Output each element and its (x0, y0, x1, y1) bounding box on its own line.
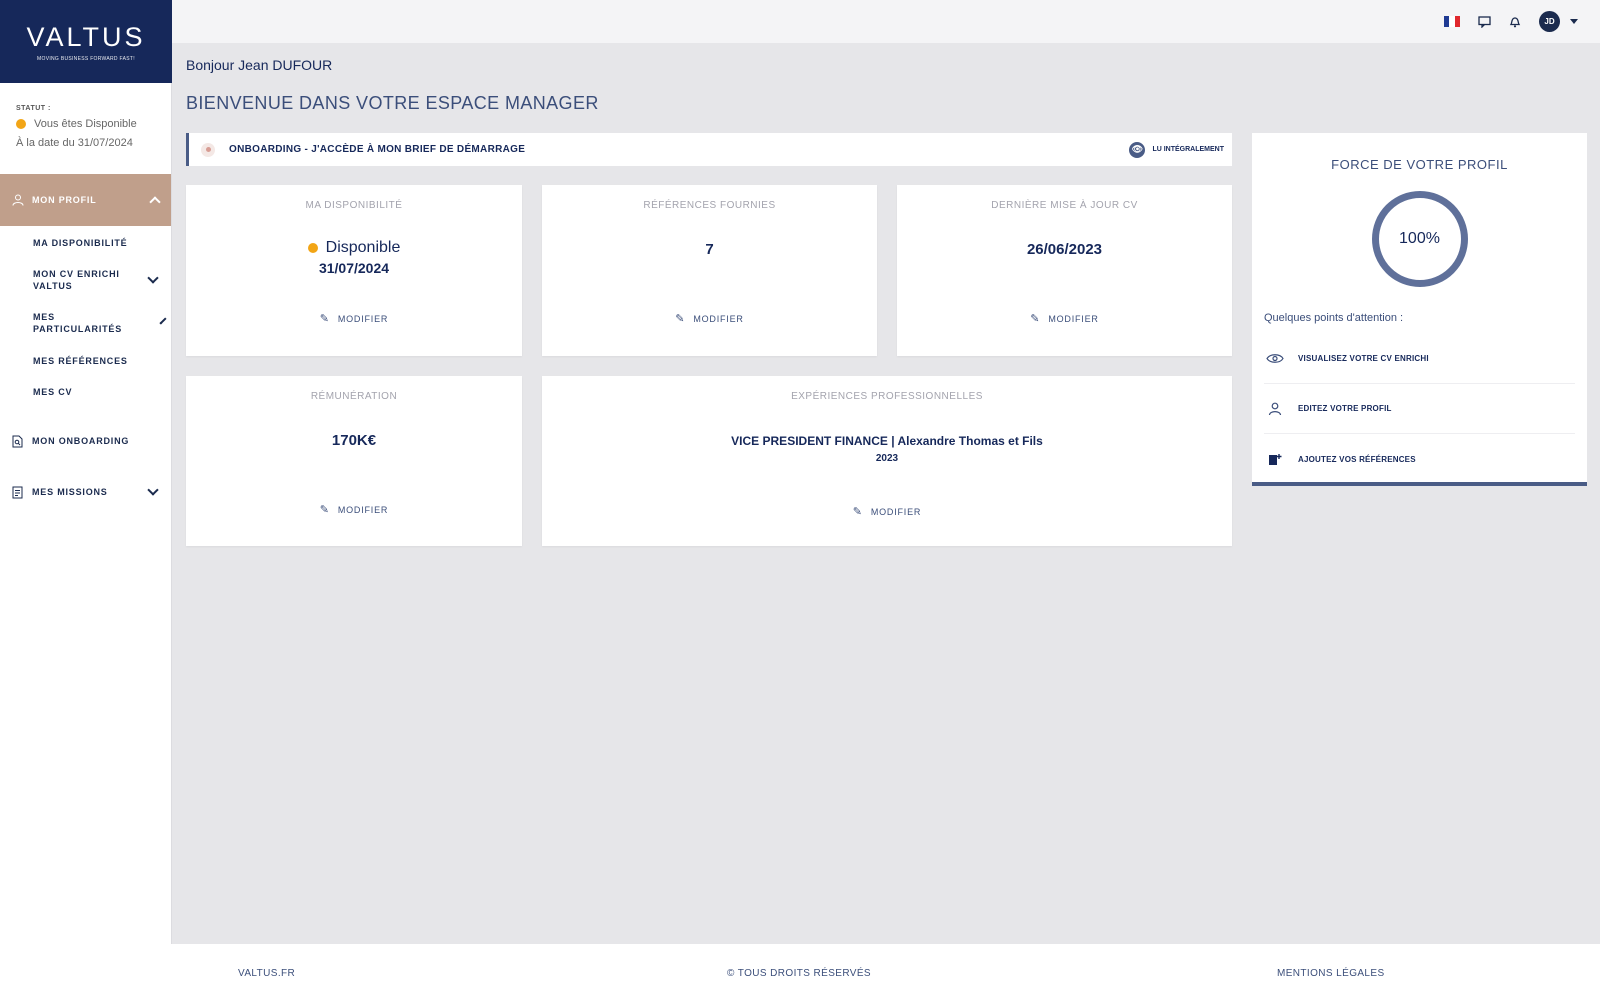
user-icon (12, 194, 24, 206)
profile-strength-panel: FORCE DE VOTRE PROFIL 100% Quelques poin… (1252, 133, 1587, 486)
status-line: Vous êtes Disponible (16, 118, 171, 130)
chat-icon[interactable] (1478, 15, 1491, 28)
sidebar-item-label: MON ONBOARDING (32, 436, 130, 446)
valtus-logo[interactable]: VALTUS MOVING BUSINESS FORWARD FAST! (0, 0, 172, 83)
chevron-down-icon[interactable] (147, 484, 159, 496)
eye-icon (1266, 354, 1284, 363)
footer: VALTUS.FR © TOUS DROITS RÉSERVÉS MENTION… (0, 944, 1600, 1000)
greeting: Bonjour Jean DUFOUR (186, 57, 333, 73)
modify-label: MODIFIER (1048, 313, 1099, 324)
chevron-up-icon[interactable] (149, 196, 161, 208)
salary-value: 170K€ (331, 432, 377, 449)
attention-label: Quelques points d'attention : (1264, 312, 1404, 324)
experience-year: 2023 (875, 453, 899, 464)
sidebar-item-availability[interactable]: MA DISPONIBILITÉ (0, 226, 171, 259)
page-title: BIENVENUE DANS VOTRE ESPACE MANAGER (186, 93, 599, 113)
modify-label: MODIFIER (337, 504, 389, 515)
cv-update-value: 26/06/2023 (1026, 241, 1103, 258)
add-document-icon (1269, 453, 1282, 465)
card-title: DERNIÈRE MISE À JOUR CV (991, 200, 1138, 211)
logo-text: VALTUS (26, 21, 146, 52)
chevron-down-icon[interactable] (147, 272, 159, 284)
status-label: STATUT : (16, 105, 51, 112)
edit-icon: ✎ (852, 506, 863, 518)
sidebar-item-cv[interactable]: MES CV (0, 376, 171, 407)
experience-role: VICE PRESIDENT FINANCE | Alexandre Thoma… (731, 434, 1043, 448)
logo-tagline: MOVING BUSINESS FORWARD FAST! (37, 55, 135, 62)
status-dot-icon (16, 119, 26, 129)
card-title: RÉMUNÉRATION (310, 391, 398, 402)
sidebar-item-label: MES RÉFÉRENCES (33, 355, 128, 366)
modify-button[interactable]: ✎ MODIFIER (186, 503, 522, 516)
modify-label: MODIFIER (337, 313, 389, 324)
attention-item-label: EDITEZ VOTRE PROFIL (1298, 404, 1392, 413)
sidebar-item-cv-enriched[interactable]: MON CV ENRICHI VALTUS (0, 259, 171, 301)
salary-card: RÉMUNÉRATION 170K€ ✎ MODIFIER (186, 376, 522, 546)
edit-icon: ✎ (319, 504, 330, 516)
sidebar-item-label: MES CV (33, 386, 73, 397)
sidebar: VALTUS MOVING BUSINESS FORWARD FAST! STA… (0, 0, 172, 944)
status-block: STATUT : Vous êtes Disponible À la date … (0, 83, 171, 149)
user-icon (1268, 402, 1282, 415)
profile-strength-ring: 100% (1371, 191, 1468, 287)
clipboard-icon (12, 486, 23, 498)
onboarding-banner[interactable]: ONBOARDING - J'ACCÈDE À MON BRIEF DE DÉM… (186, 133, 1232, 166)
status-dot-icon (307, 243, 318, 253)
availability-card: MA DISPONIBILITÉ Disponible 31/07/2024 ✎… (186, 185, 522, 356)
bell-icon[interactable] (1509, 15, 1521, 28)
availability-value: Disponible (325, 239, 401, 256)
edit-icon: ✎ (1030, 313, 1041, 325)
sidebar-item-label: MA DISPONIBILITÉ (33, 237, 128, 248)
top-bar: JD (172, 0, 1600, 43)
attention-item-label: AJOUTEZ VOS RÉFÉRENCES (1298, 454, 1416, 464)
attention-list: VISUALISEZ VOTRE CV ENRICHI EDITEZ VOTRE… (1252, 334, 1587, 484)
attention-item-label: VISUALISEZ VOTRE CV ENRICHI (1298, 354, 1429, 363)
cv-update-card: DERNIÈRE MISE À JOUR CV 26/06/2023 ✎ MOD… (897, 185, 1232, 356)
sidebar-item-references[interactable]: MES RÉFÉRENCES (0, 345, 171, 376)
attention-item-cv[interactable]: VISUALISEZ VOTRE CV ENRICHI (1264, 334, 1575, 384)
experience-card: EXPÉRIENCES PROFESSIONNELLES VICE PRESID… (542, 376, 1232, 546)
availability-status: Disponible (186, 239, 522, 257)
edit-icon: ✎ (675, 313, 686, 325)
onboarding-text: ONBOARDING - J'ACCÈDE À MON BRIEF DE DÉM… (229, 144, 526, 155)
attention-item-references[interactable]: AJOUTEZ VOS RÉFÉRENCES (1264, 434, 1575, 484)
modify-label: MODIFIER (870, 506, 922, 517)
panel-title: FORCE DE VOTRE PROFIL (1331, 157, 1508, 172)
references-value: 7 (705, 241, 714, 258)
sidebar-item-label: MES PARTICULARITÉS (33, 312, 123, 334)
card-title: MA DISPONIBILITÉ (305, 200, 403, 211)
footer-link-site[interactable]: VALTUS.FR (238, 968, 295, 979)
onboarding-dot-icon (201, 142, 215, 157)
read-status-label: LU INTÉGRALEMENT (1152, 146, 1224, 153)
read-status: 👁 LU INTÉGRALEMENT (1129, 141, 1224, 158)
status-value: Vous êtes Disponible (34, 118, 137, 130)
sidebar-item-onboarding[interactable]: MON ONBOARDING (0, 415, 171, 467)
caret-down-icon[interactable] (1570, 19, 1578, 24)
sidebar-item-missions[interactable]: MES MISSIONS (0, 467, 171, 517)
sidebar-item-label: MON PROFIL (32, 195, 97, 205)
modify-button[interactable]: ✎ MODIFIER (897, 312, 1232, 325)
sidebar-item-profile[interactable]: MON PROFIL (0, 174, 171, 226)
status-date: À la date du 31/07/2024 (16, 137, 133, 149)
modify-button[interactable]: ✎ MODIFIER (186, 312, 522, 325)
modify-button[interactable]: ✎ MODIFIER (542, 505, 1232, 518)
modify-button[interactable]: ✎ MODIFIER (542, 312, 877, 325)
card-title: RÉFÉRENCES FOURNIES (643, 200, 776, 211)
flag-fr-icon[interactable] (1444, 16, 1460, 27)
sidebar-item-label: MES MISSIONS (32, 487, 108, 497)
references-card: RÉFÉRENCES FOURNIES 7 ✎ MODIFIER (542, 185, 877, 356)
card-title: EXPÉRIENCES PROFESSIONNELLES (791, 391, 983, 402)
sidebar-item-particularities[interactable]: MES PARTICULARITÉS (0, 301, 171, 345)
footer-copyright: © TOUS DROITS RÉSERVÉS (727, 968, 871, 979)
attention-item-profile[interactable]: EDITEZ VOTRE PROFIL (1264, 384, 1575, 434)
availability-date: 31/07/2024 (318, 260, 390, 276)
sidebar-item-label: MON CV ENRICHI VALTUS (33, 269, 120, 291)
edit-icon: ✎ (319, 313, 330, 325)
avatar[interactable]: JD (1539, 11, 1560, 32)
footer-link-legal[interactable]: MENTIONS LÉGALES (1277, 968, 1385, 979)
eye-icon: 👁 (1129, 141, 1146, 158)
modify-label: MODIFIER (693, 313, 744, 324)
document-search-icon (12, 435, 23, 447)
